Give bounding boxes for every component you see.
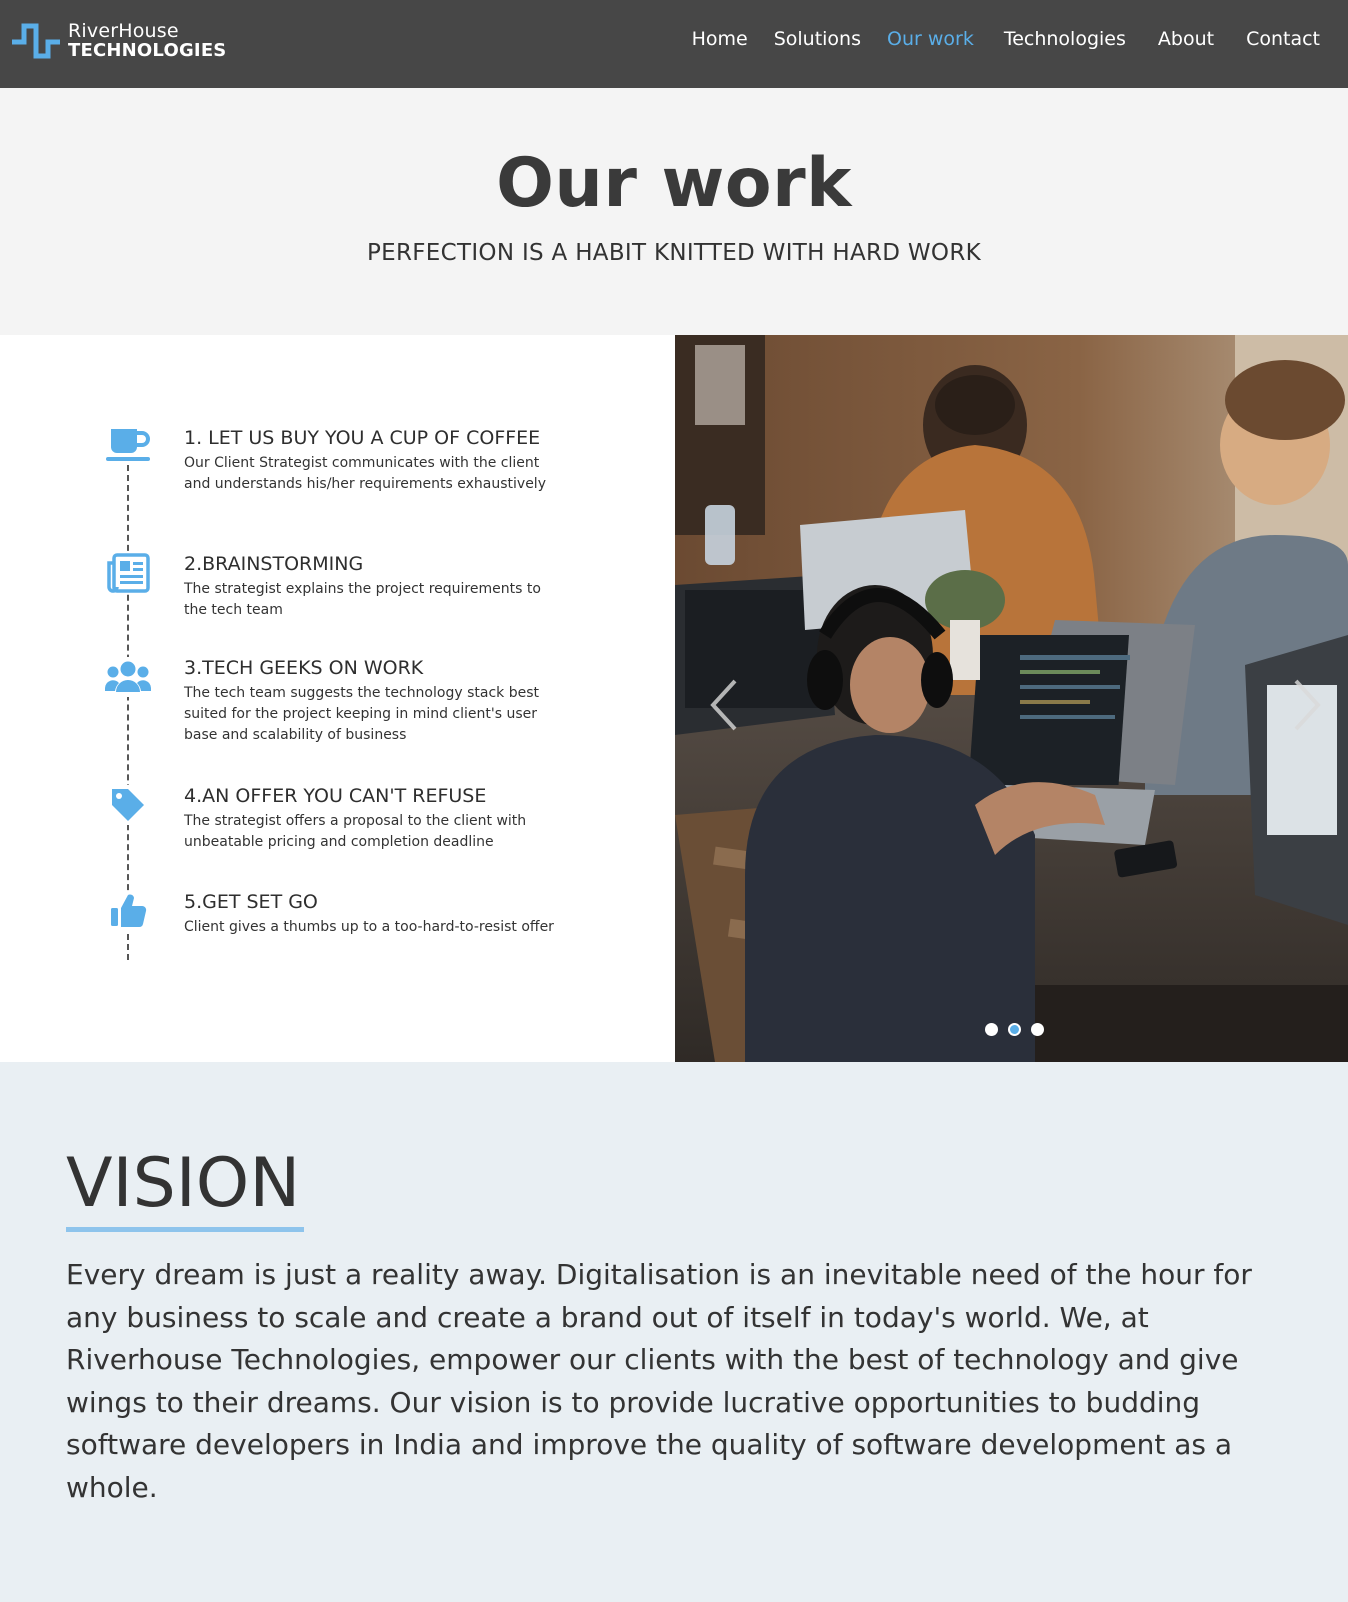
river-logo-icon [12,23,60,59]
page-title: Our work [496,144,852,223]
nav-link-our-work[interactable]: Our work [887,28,974,50]
carousel-next-button[interactable] [1286,675,1326,735]
step-description: Our Client Strategist communicates with … [184,455,546,492]
carousel-dot-3[interactable] [1031,1023,1044,1036]
step-description: The strategist explains the project requ… [184,581,541,618]
team-working-photo [675,335,1348,1062]
chevron-right-icon [1294,679,1321,731]
carousel-indicators [985,1023,1054,1036]
brand-name-line2: TECHNOLOGIES [68,40,227,61]
image-carousel [675,335,1348,1062]
vision-section: VISION Every dream is just a reality awa… [0,1062,1348,1602]
step-description: The strategist offers a proposal to the … [184,813,527,850]
step-title: 1. LET US BUY YOU A CUP OF COFFEE [184,427,541,449]
chevron-left-icon [710,679,737,731]
brand-name: RiverHouse TECHNOLOGIES [68,20,227,61]
vision-paragraph: Every dream is just a reality away. Digi… [66,1258,1252,1504]
newspaper-icon [105,553,151,593]
nav-link-home[interactable]: Home [692,28,748,50]
step-title: 5.GET SET GO [184,891,318,913]
top-navbar: RiverHouse TECHNOLOGIES Home Solutions O… [0,0,1348,88]
step-title: 3.TECH GEEKS ON WORK [184,657,424,679]
carousel-dot-1[interactable] [985,1023,998,1036]
users-icon [105,657,151,697]
page-subtitle: PERFECTION IS A HABIT KNITTED WITH HARD … [367,240,981,266]
vision-title: VISION [66,1144,301,1223]
step-description: Client gives a thumbs up to a too-hard-t… [184,919,554,935]
nav-link-about[interactable]: About [1158,28,1214,50]
brand-name-line1: RiverHouse [68,20,179,42]
timeline-dashed-line [127,455,129,960]
step-title: 4.AN OFFER YOU CAN'T REFUSE [184,785,487,807]
main-menu: Home Solutions Our work Technologies Abo… [666,28,1320,50]
tag-icon [105,785,151,825]
step-description: The tech team suggests the technology st… [184,685,539,743]
nav-link-solutions[interactable]: Solutions [774,28,861,50]
process-steps: 1. LET US BUY YOU A CUP OF COFFEE Our Cl… [0,335,675,1062]
nav-link-contact[interactable]: Contact [1246,28,1320,50]
brand-logo[interactable]: RiverHouse TECHNOLOGIES [10,22,226,60]
nav-link-technologies[interactable]: Technologies [1004,28,1126,50]
carousel-prev-button[interactable] [705,675,745,735]
carousel-dot-2[interactable] [1008,1023,1021,1036]
vision-title-underline [66,1227,304,1232]
step-title: 2.BRAINSTORMING [184,553,364,575]
thumbs-up-icon [105,891,151,931]
page-header: Our work PERFECTION IS A HABIT KNITTED W… [0,88,1348,335]
coffee-cup-icon [105,425,151,465]
